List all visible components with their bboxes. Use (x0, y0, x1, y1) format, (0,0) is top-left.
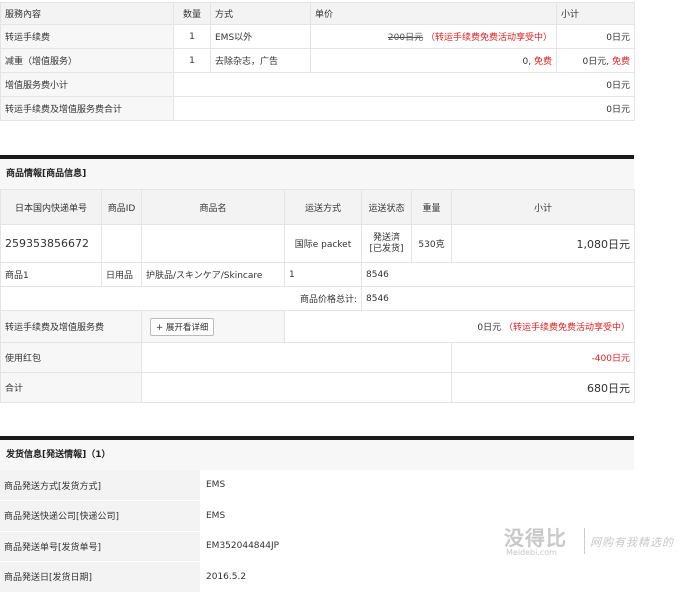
watermark-separator (584, 528, 585, 554)
weight: 530克 (411, 224, 452, 263)
service-subtotal: 0日元 (556, 24, 635, 49)
item-id: 商品1 (0, 262, 102, 287)
goods-total-value: 8546 (361, 286, 635, 311)
service-table-header: 服務內容 数量 方式 单价 小计 (0, 2, 635, 25)
goods-section-title: 商品情報[商品信息] (0, 159, 634, 189)
service-name: 转运手续费 (0, 24, 174, 49)
header-unit-price: 单价 (310, 2, 557, 25)
free-badge: 免费 (533, 57, 552, 67)
service-method: 去除杂志，广告 (210, 48, 311, 73)
ship-method: 国际e packet (284, 224, 362, 263)
shipping-label: 商品発送方式[发货方式] (0, 470, 200, 501)
header-ship-status: 运送状态 (361, 189, 412, 225)
ship-status-cn: [已发货] (369, 243, 404, 254)
coupon-row: 使用红包 -400日元 (0, 342, 635, 373)
empty-cell (141, 342, 452, 373)
item-category: 日用品 (101, 262, 142, 287)
item-qty: 1 (284, 262, 362, 287)
goods-table: 日本国内快递单号 商品ID 商品名 运送方式 运送状态 重量 小计 259353… (0, 189, 635, 403)
service-fee-table: 服務內容 数量 方式 单价 小计 转运手续费 1 EMS以外 200日元 （转运… (0, 2, 635, 121)
header-ship-method: 运送方式 (284, 189, 362, 225)
empty-cell (101, 224, 142, 263)
fee-value: 0日元 (477, 323, 502, 333)
service-method: EMS以外 (210, 24, 311, 49)
header-subtotal: 小计 (556, 2, 635, 25)
price-value: 0, (522, 57, 532, 67)
empty-cell (141, 372, 452, 403)
package-subtotal: 1,080日元 (451, 224, 635, 263)
header-tracking: 日本国内快递单号 (0, 189, 102, 225)
service-row: 减重（增值服务） 1 去除杂志，广告 0, 免费 0日元, 免费 (0, 48, 635, 73)
package-row: 259353856672 国际e packet 発送済 [已发货] 530克 1… (0, 224, 635, 263)
shipping-row: 商品発送方式[发货方式] EMS (0, 470, 634, 501)
item-row: 商品1 日用品 护肤品/スキンケア/Skincare 1 8546 (0, 262, 635, 287)
service-qty: 1 (173, 24, 211, 49)
header-subtotal: 小计 (451, 189, 635, 225)
service-subtotal-value: 0日元 (173, 72, 635, 97)
header-method: 方式 (210, 2, 311, 25)
coupon-label: 使用红包 (0, 342, 142, 373)
header-qty: 数量 (173, 2, 211, 25)
subtotal-value: 0日元, (582, 57, 610, 67)
service-name: 减重（增值服务） (0, 48, 174, 73)
coupon-value: -400日元 (451, 342, 635, 373)
grand-total-label: 合计 (0, 372, 142, 403)
service-total-label: 转运手续费及增值服务费合计 (0, 96, 174, 121)
original-price: 200日元 (387, 33, 424, 43)
watermark-logo: 没得比 (504, 526, 567, 550)
fee-promo-note: （转运手续费免费活动享受中） (503, 323, 630, 333)
shipping-label: 商品発送单号[发货单号] (0, 531, 200, 562)
shipping-value: EMS (200, 470, 634, 501)
goods-total-row: 商品价格总计: 8546 (0, 286, 635, 311)
header-product-name: 商品名 (141, 189, 285, 225)
promo-note: （转运手续费免费活动享受中） (425, 33, 552, 43)
empty-cell (141, 224, 285, 263)
item-price: 8546 (361, 262, 635, 287)
service-row: 转运手续费 1 EMS以外 200日元 （转运手续费免费活动享受中） 0日元 (0, 24, 635, 49)
fee-button-cell: + 展开看详细 (141, 310, 285, 343)
header-weight: 重量 (411, 189, 452, 225)
watermark: 没得比 Meidebi.com 网购有我精选的 (504, 522, 694, 562)
fee-label: 转运手续费及增值服务费 (5, 323, 105, 333)
service-subtotal-row: 增值服务费小计 0日元 (0, 72, 635, 97)
service-qty: 1 (173, 48, 211, 73)
watermark-site: Meidebi.com (506, 548, 557, 557)
free-badge: 免费 (611, 57, 630, 67)
service-total-row: 转运手续费及增值服务费合计 0日元 (0, 96, 635, 121)
service-price: 200日元 （转运手续费免费活动享受中） (310, 24, 557, 49)
fee-value-cell: 0日元 （转运手续费免费活动享受中） (284, 310, 635, 343)
item-name: 护肤品/スキンケア/Skincare (141, 262, 285, 287)
shipping-section-title: 发货信息[発送情報]（1） (0, 440, 634, 470)
service-total-value: 0日元 (173, 96, 635, 121)
expand-details-button[interactable]: + 展开看详细 (150, 317, 215, 336)
goods-total-label: 商品价格总计: (0, 286, 362, 311)
tracking-number: 259353856672 (0, 224, 102, 263)
fee-row: 转运手续费及增值服务费 + 展开看详细 0日元 （转运手续费免费活动享受中） (0, 310, 635, 343)
ship-status: 発送済 [已发货] (361, 224, 412, 263)
fee-label-cell: 转运手续费及增值服务费 (0, 310, 142, 343)
header-service-content: 服務內容 (0, 2, 174, 25)
service-subtotal: 0日元, 免费 (556, 48, 635, 73)
goods-table-header: 日本国内快递单号 商品ID 商品名 运送方式 运送状态 重量 小计 (0, 189, 635, 225)
grand-total-value: 680日元 (451, 372, 635, 403)
watermark-slogan: 网购有我精选的 (590, 536, 674, 549)
header-product-id: 商品ID (101, 189, 142, 225)
ship-status-jp: 発送済 (372, 232, 400, 243)
grand-total-row: 合计 680日元 (0, 372, 635, 403)
service-price: 0, 免费 (310, 48, 557, 73)
shipping-label: 商品発送快递公司[快递公司] (0, 500, 200, 532)
service-subtotal-label: 增值服务费小计 (0, 72, 174, 97)
